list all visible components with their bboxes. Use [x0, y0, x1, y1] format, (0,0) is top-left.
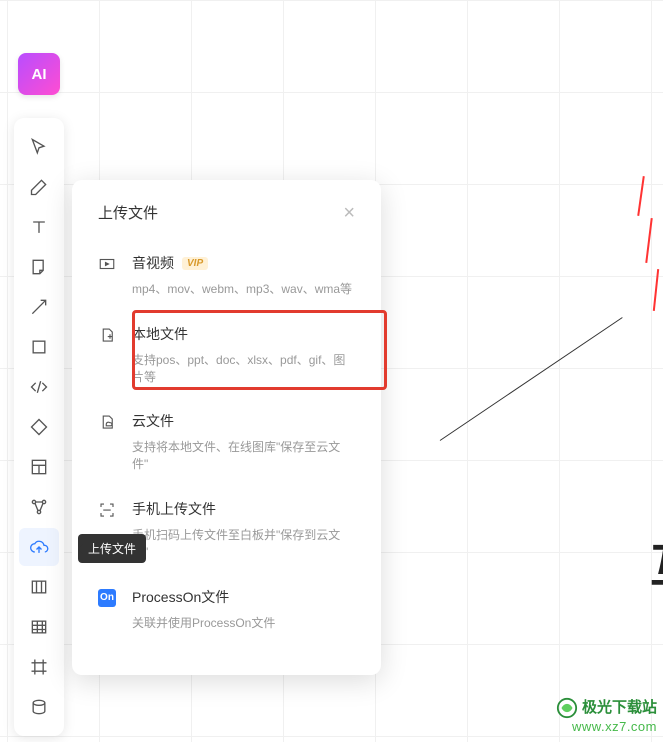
cursor-tool[interactable]	[19, 128, 59, 166]
option-title: 云文件	[132, 411, 174, 431]
watermark-line2: www.xz7.com	[556, 719, 657, 736]
video-icon	[98, 253, 118, 298]
upload-option-cloud[interactable]: 云文件 支持将本地文件、在线图库"保存至云文件"	[72, 399, 381, 487]
option-subtitle: 关联并使用ProcessOn文件	[132, 615, 355, 632]
layout-icon	[29, 457, 49, 477]
drawn-line	[440, 317, 623, 441]
popup-title: 上传文件	[98, 202, 158, 223]
more-tool[interactable]	[19, 688, 59, 726]
option-title: 手机上传文件	[132, 499, 216, 519]
option-title: 音视频	[132, 253, 174, 273]
note-tool[interactable]	[19, 248, 59, 286]
upload-popup: 上传文件 × 音视频 VIP mp4、mov、webm、mp3、wav、wma等…	[72, 180, 381, 675]
canvas-text-fragment: 互	[650, 530, 663, 596]
watermark-line1: 极光下载站	[582, 698, 657, 718]
text-icon	[29, 217, 49, 237]
file-plus-icon	[98, 324, 118, 386]
diamond-icon	[29, 417, 49, 437]
red-stroke	[653, 269, 659, 311]
on-badge: On	[98, 589, 116, 607]
option-title: ProcessOn文件	[132, 587, 229, 607]
option-subtitle: 支持pos、ppt、doc、xlsx、pdf、gif、图片等	[132, 352, 355, 386]
option-title: 本地文件	[132, 324, 188, 344]
arrow-tool[interactable]	[19, 288, 59, 326]
cursor-icon	[29, 137, 49, 157]
frame-icon	[29, 657, 49, 677]
close-icon: ×	[343, 202, 355, 224]
kanban-icon	[29, 577, 49, 597]
upload-tooltip: 上传文件	[78, 534, 146, 563]
upload-option-av[interactable]: 音视频 VIP mp4、mov、webm、mp3、wav、wma等	[72, 241, 381, 312]
red-stroke	[645, 218, 652, 263]
cloud-file-icon	[98, 411, 118, 473]
ai-button-label: AI	[32, 66, 47, 83]
connector-icon	[29, 497, 49, 517]
cylinder-icon	[29, 697, 49, 717]
upload-option-local[interactable]: 本地文件 支持pos、ppt、doc、xlsx、pdf、gif、图片等	[72, 312, 381, 400]
square-icon	[29, 337, 49, 357]
table-tool[interactable]	[19, 608, 59, 646]
close-button[interactable]: ×	[343, 203, 355, 223]
frame-tool[interactable]	[19, 648, 59, 686]
layout-tool[interactable]	[19, 448, 59, 486]
ai-button[interactable]: AI	[18, 53, 60, 95]
eraser-tool[interactable]	[19, 408, 59, 446]
note-icon	[29, 257, 49, 277]
watermark-logo-icon	[556, 697, 578, 719]
component-tool[interactable]	[19, 568, 59, 606]
red-stroke	[637, 176, 645, 216]
cloud-upload-icon	[29, 537, 49, 557]
code-icon	[29, 377, 49, 397]
processon-icon: On	[98, 587, 118, 632]
pen-tool[interactable]	[19, 168, 59, 206]
watermark: 极光下载站 www.xz7.com	[556, 697, 657, 736]
arrow-icon	[29, 297, 49, 317]
text-tool[interactable]	[19, 208, 59, 246]
vip-badge: VIP	[182, 257, 208, 270]
upload-option-processon[interactable]: On ProcessOn文件 关联并使用ProcessOn文件	[72, 575, 381, 646]
vertical-toolbar	[14, 118, 64, 736]
upload-tool[interactable]	[19, 528, 59, 566]
table-icon	[29, 617, 49, 637]
pen-icon	[29, 177, 49, 197]
connector-tool[interactable]	[19, 488, 59, 526]
code-tool[interactable]	[19, 368, 59, 406]
option-subtitle: 支持将本地文件、在线图库"保存至云文件"	[132, 439, 355, 473]
shape-tool[interactable]	[19, 328, 59, 366]
option-subtitle: mp4、mov、webm、mp3、wav、wma等	[132, 281, 355, 298]
option-subtitle: 手机扫码上传文件至白板并"保存到云文件"	[132, 527, 355, 561]
